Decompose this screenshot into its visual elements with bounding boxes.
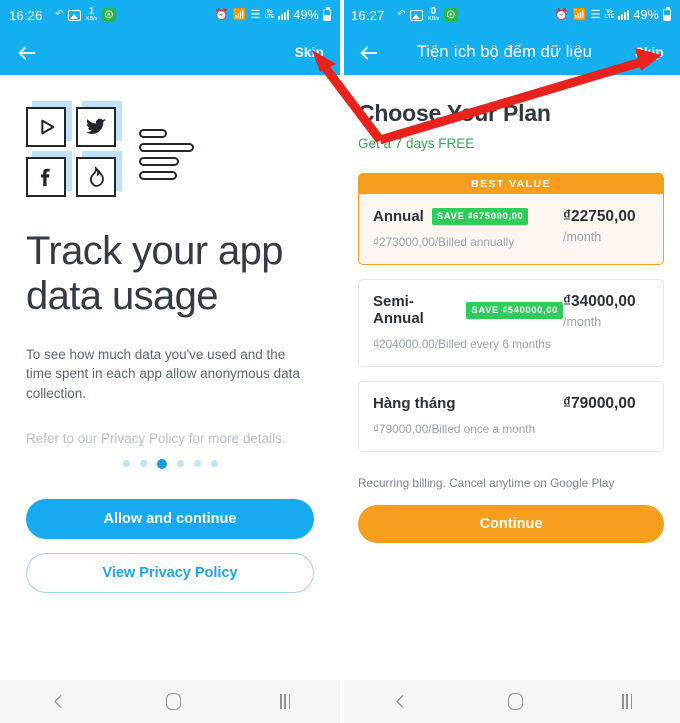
- left-status-bar: 16:26 ↷ 1 KB/s ☉ ⏰ 📶 ☰ Vo LTE 49%: [0, 0, 340, 30]
- nav-home-icon[interactable]: [165, 693, 181, 710]
- data-bar: [139, 171, 177, 180]
- data-rate-unit: KB/s: [86, 16, 97, 23]
- plan-card-monthly[interactable]: Hàng tháng ₫79000,00/Billed once a month…: [358, 381, 664, 452]
- data-bars-illustration: [139, 129, 194, 180]
- left-app-bar: Skip: [0, 30, 340, 75]
- left-phone-screen: 16:26 ↷ 1 KB/s ☉ ⏰ 📶 ☰ Vo LTE 49% Skip T…: [0, 0, 340, 723]
- plan-period: /month: [563, 315, 602, 329]
- save-badge: SAVE ₫675000,00: [431, 208, 529, 225]
- page-headline: Track your app data usage: [26, 229, 284, 318]
- wifi-icon: ☰: [250, 8, 261, 21]
- pager-dot-active[interactable]: [156, 458, 167, 469]
- pager-dot[interactable]: [122, 460, 130, 468]
- right-app-bar: Tiện ích bộ đếm dữ liệu Skip: [342, 30, 680, 75]
- app-tiles: [26, 101, 126, 197]
- continue-button[interactable]: Continue: [358, 505, 664, 543]
- green-app-icon: ☉: [101, 8, 116, 22]
- rotate-icon: ↷: [396, 9, 406, 20]
- volte-icon: Vo LTE: [604, 9, 615, 20]
- best-value-badge: BEST VALUE: [359, 174, 663, 194]
- pager-dot[interactable]: [193, 460, 201, 468]
- plan-card-semi-annual[interactable]: Semi-Annual SAVE ₫540000,00 ₫204000,00/B…: [358, 279, 664, 367]
- pager-dot[interactable]: [210, 460, 218, 468]
- battery-icon: [323, 7, 331, 21]
- hero-illustration: [26, 101, 314, 197]
- choose-plan-title: Choose Your Plan: [358, 100, 551, 126]
- left-content: Track your app data usage To see how muc…: [0, 101, 340, 723]
- plan-name: Semi-Annual: [373, 293, 424, 327]
- back-icon[interactable]: [356, 40, 382, 66]
- skip-button-right[interactable]: Skip: [633, 41, 666, 64]
- plan-period: /month: [563, 230, 602, 244]
- data-speed-icon: 0 KB/s: [428, 7, 439, 23]
- nav-recents-icon[interactable]: [280, 694, 291, 709]
- right-phone-screen: 16:27 ↷ 0 KB/s ☉ ⏰ 📶 ☰ Vo LTE 49% Tiện í…: [340, 0, 680, 723]
- signal-icon: [618, 10, 630, 20]
- nav-home-icon[interactable]: [507, 693, 523, 710]
- battery-icon: [663, 7, 671, 21]
- data-bar: [139, 157, 179, 166]
- pager-dot[interactable]: [176, 460, 184, 468]
- plan-billing-detail: ₫79000,00/Billed once a month: [373, 422, 536, 436]
- image-icon: [410, 9, 424, 21]
- data-rate-unit: KB/s: [428, 16, 439, 23]
- right-status-bar: 16:27 ↷ 0 KB/s ☉ ⏰ 📶 ☰ Vo LTE 49%: [342, 0, 680, 30]
- plan-list: BEST VALUE Annual SAVE ₫675000,00 ₫27300…: [358, 173, 664, 452]
- skip-button-left[interactable]: Skip: [293, 41, 326, 64]
- data-bar: [139, 129, 167, 138]
- plan-price: ₫79000,00: [563, 395, 636, 412]
- privacy-policy-note: Refer to our Privacy Policy for more det…: [26, 431, 286, 447]
- nav-back-icon[interactable]: [50, 693, 67, 710]
- page-body-text: To see how much data you've used and the…: [26, 346, 300, 401]
- volte-icon: Vo LTE: [264, 9, 275, 20]
- signal-icon: [278, 10, 290, 20]
- nav-back-icon[interactable]: [392, 693, 409, 710]
- back-icon[interactable]: [14, 40, 40, 66]
- twitter-icon: [76, 107, 116, 147]
- nav-recents-icon[interactable]: [622, 694, 633, 709]
- right-appbar-title: Tiện ích bộ đếm dữ liệu: [416, 43, 592, 61]
- battery-percent: 49%: [293, 8, 319, 22]
- plan-price: ₫22750,00: [563, 208, 636, 225]
- allow-and-continue-button[interactable]: Allow and continue: [26, 498, 314, 539]
- youtube-icon: [26, 107, 66, 147]
- bluetooth-icon: 📶: [232, 8, 247, 21]
- data-bar: [139, 143, 194, 152]
- status-time: 16:27: [351, 7, 385, 23]
- pager-dot[interactable]: [139, 460, 147, 468]
- plan-name: Hàng tháng: [373, 395, 456, 412]
- battery-percent: 49%: [633, 8, 659, 22]
- status-time: 16:26: [9, 7, 43, 23]
- recurring-billing-note: Recurring billing. Cancel anytime on Goo…: [358, 476, 615, 490]
- data-speed-icon: 1 KB/s: [86, 7, 97, 23]
- bluetooth-icon: 📶: [572, 8, 587, 21]
- tinder-icon: [76, 157, 116, 197]
- plan-price: ₫34000,00: [563, 293, 636, 310]
- image-icon: [68, 9, 82, 21]
- rotate-icon: ↷: [54, 9, 64, 20]
- facebook-icon: [26, 157, 66, 197]
- plan-billing-detail: ₫204000,00/Billed every 6 months: [373, 337, 551, 351]
- alarm-icon: ⏰: [554, 8, 569, 21]
- right-android-nav-bar: [342, 680, 680, 723]
- pager-dots: [26, 458, 314, 469]
- save-badge: SAVE ₫540000,00: [466, 301, 563, 319]
- left-android-nav-bar: [0, 680, 340, 723]
- plan-name: Annual: [373, 208, 424, 225]
- wifi-icon: ☰: [590, 8, 601, 21]
- green-app-icon: ☉: [443, 8, 458, 22]
- view-privacy-policy-button[interactable]: View Privacy Policy: [26, 552, 314, 593]
- plan-billing-detail: ₫273000,00/Billed annually: [373, 235, 515, 249]
- alarm-icon: ⏰: [214, 8, 229, 21]
- free-trial-text: Get a 7 days FREE: [358, 136, 475, 151]
- plan-card-annual[interactable]: BEST VALUE Annual SAVE ₫675000,00 ₫27300…: [358, 173, 664, 265]
- screenshot-root: 16:26 ↷ 1 KB/s ☉ ⏰ 📶 ☰ Vo LTE 49% Skip T…: [0, 0, 680, 723]
- right-content: Choose Your Plan Get a 7 days FREE BEST …: [342, 100, 680, 723]
